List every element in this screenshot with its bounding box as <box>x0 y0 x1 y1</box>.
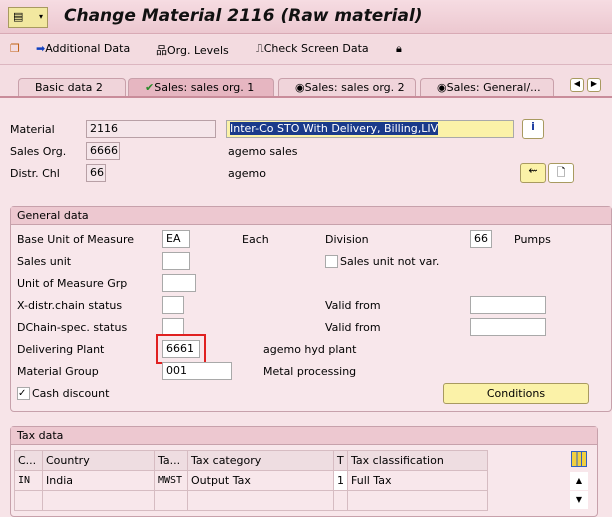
sales-org-description: agemo sales <box>228 145 298 158</box>
tab-scroll-right-button[interactable]: ▶ <box>587 78 601 92</box>
tax-table: C... Country Ta... Tax category T Tax cl… <box>14 450 488 511</box>
scroll-up-button[interactable]: ▲ <box>570 472 588 490</box>
material-label: Material <box>10 123 55 136</box>
cell[interactable]: 1 <box>333 470 348 491</box>
sales-unit-not-var-checkbox[interactable] <box>325 255 338 268</box>
column-header[interactable]: Tax classification <box>347 450 488 471</box>
material-description-field[interactable]: Inter-Co STO With Delivery, Billing,LIV <box>226 120 514 138</box>
table-row[interactable]: IN India MWST Output Tax 1 Full Tax <box>14 470 488 491</box>
xdistr-status-label: X-distr.chain status <box>17 299 123 312</box>
system-menu-button[interactable]: ▤ ▾ <box>8 7 48 28</box>
division-label: Division <box>325 233 369 246</box>
cell: Full Tax <box>347 470 488 491</box>
sales-unit-label: Sales unit <box>17 255 72 268</box>
column-header[interactable]: Ta... <box>154 450 188 471</box>
lock-icon[interactable]: 🔒︎ <box>396 42 402 56</box>
material-group-label: Material Group <box>17 365 99 378</box>
sales-unit-field[interactable] <box>162 252 190 270</box>
cell: Output Tax <box>187 470 334 491</box>
menu-icon: ▤ <box>13 10 24 23</box>
delivering-plant-description: agemo hyd plant <box>263 343 357 356</box>
tab-sales-general[interactable]: ◉Sales: General/... <box>420 78 554 97</box>
base-uom-label: Base Unit of Measure <box>17 233 135 246</box>
cash-discount-label: Cash discount <box>32 387 110 400</box>
distr-channel-label: Distr. Chl <box>10 167 60 180</box>
valid-from-2-field[interactable] <box>470 318 546 336</box>
info-icon[interactable]: i <box>522 119 544 139</box>
sales-org-label: Sales Org. <box>10 145 67 158</box>
table-row[interactable] <box>14 490 488 511</box>
document-icon[interactable]: 🗋 <box>548 163 574 183</box>
column-config-icon[interactable] <box>571 451 587 467</box>
scroll-down-button[interactable]: ▼ <box>570 491 588 509</box>
material-group-description: Metal processing <box>263 365 357 378</box>
other-material-icon[interactable]: ❐ <box>10 42 20 55</box>
cell: MWST <box>154 470 188 491</box>
uom-group-field[interactable] <box>162 274 196 292</box>
column-header[interactable]: T <box>333 450 348 471</box>
cell: IN <box>14 470 43 491</box>
distr-channel-description: agemo <box>228 167 266 180</box>
group-title: Tax data <box>11 427 597 445</box>
valid-from-field[interactable] <box>470 296 546 314</box>
sales-org-field[interactable]: 6666 <box>86 142 120 160</box>
tab-sales-org-2[interactable]: ◉Sales: sales org. 2 <box>278 78 416 97</box>
valid-from-2-label: Valid from <box>325 321 381 334</box>
hierarchy-icon: 品 <box>156 44 167 57</box>
status-pending-icon: ◉ <box>295 81 305 94</box>
division-description: Pumps <box>514 233 551 246</box>
material-group-field[interactable]: 001 <box>162 362 232 380</box>
window-title: Change Material 2116 (Raw material) <box>64 6 423 26</box>
title-bar: ▤ ▾ Change Material 2116 (Raw material) <box>0 0 612 34</box>
conditions-button[interactable]: Conditions <box>443 383 589 404</box>
delivering-plant-label: Delivering Plant <box>17 343 105 356</box>
dropdown-icon: ▾ <box>38 12 43 21</box>
division-field[interactable]: 66 <box>470 230 492 248</box>
column-header[interactable]: Country <box>42 450 155 471</box>
group-title: General data <box>11 207 611 225</box>
table-header-row: C... Country Ta... Tax category T Tax cl… <box>14 450 488 471</box>
org-data-icon[interactable]: ⇜ <box>520 163 546 183</box>
delivering-plant-field[interactable]: 6661 <box>162 340 200 358</box>
material-field[interactable]: 2116 <box>86 120 216 138</box>
tab-sales-org-1[interactable]: ✔Sales: sales org. 1 <box>128 78 274 97</box>
cash-discount-checkbox[interactable]: ✓ <box>17 387 30 400</box>
org-levels-button[interactable]: 品Org. Levels <box>156 42 229 58</box>
arrow-right-icon: ➡ <box>36 42 46 55</box>
check-screen-data-button[interactable]: ⎍Check Screen Data <box>256 42 369 56</box>
check-icon: ⎍ <box>256 42 264 55</box>
status-pending-icon: ◉ <box>437 81 447 94</box>
distr-channel-field[interactable]: 66 <box>86 164 106 182</box>
column-header[interactable]: C... <box>14 450 43 471</box>
cell: India <box>42 470 155 491</box>
status-check-icon: ✔ <box>145 81 155 94</box>
valid-from-label: Valid from <box>325 299 381 312</box>
column-header[interactable]: Tax category <box>187 450 334 471</box>
dchain-status-label: DChain-spec. status <box>17 321 128 334</box>
base-uom-description: Each <box>242 233 269 246</box>
tab-basic-data-2[interactable]: Basic data 2 <box>18 78 126 97</box>
base-uom-field[interactable]: EA <box>162 230 190 248</box>
xdistr-status-field[interactable] <box>162 296 184 314</box>
tab-scroll-left-button[interactable]: ◀ <box>570 78 584 92</box>
additional-data-button[interactable]: ➡Additional Data <box>36 42 130 55</box>
sales-unit-not-var-label: Sales unit not var. <box>340 255 440 268</box>
uom-group-label: Unit of Measure Grp <box>17 277 128 290</box>
